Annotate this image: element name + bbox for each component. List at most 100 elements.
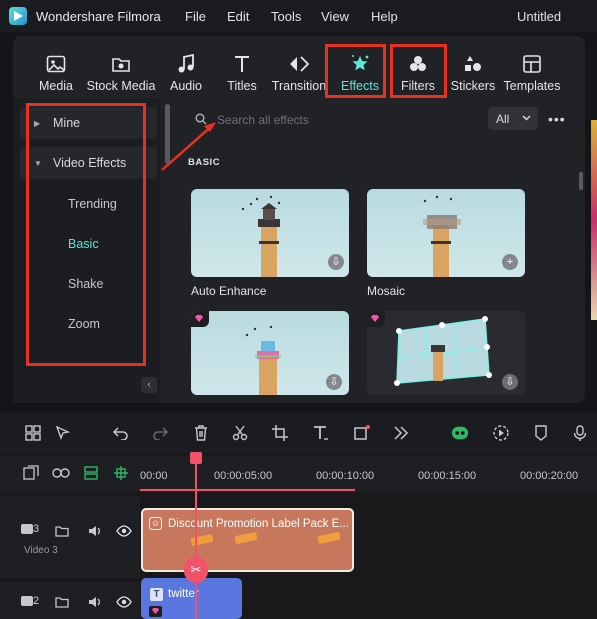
title-bar: Wondershare Filmora File Edit Tools View… bbox=[0, 0, 597, 32]
menu-edit[interactable]: Edit bbox=[227, 9, 249, 24]
document-title: Untitled bbox=[517, 9, 562, 24]
clip-thumbnails bbox=[190, 532, 341, 546]
menu-help[interactable]: Help bbox=[371, 9, 398, 24]
track-layout-icon[interactable] bbox=[82, 464, 100, 482]
add-icon[interactable]: + bbox=[502, 254, 518, 270]
speaker-icon[interactable] bbox=[86, 593, 104, 611]
timecode: 00:00:10:00 bbox=[316, 470, 375, 482]
collapse-sidebar-button[interactable]: ‹ bbox=[141, 377, 157, 393]
effect-thumb-premium-2[interactable]: ⇩ bbox=[367, 311, 525, 395]
video-track-icon bbox=[21, 524, 33, 535]
timecode: 00:00:15:00 bbox=[418, 470, 477, 482]
more-options-button[interactable]: ••• bbox=[548, 111, 566, 127]
speaker-icon[interactable] bbox=[86, 522, 104, 540]
eye-icon[interactable] bbox=[115, 522, 133, 540]
download-icon[interactable]: ⇩ bbox=[328, 254, 344, 270]
filmora-logo-icon bbox=[9, 7, 27, 25]
timecode: 00:00 bbox=[140, 470, 168, 482]
timecode: 00:00:20:00 bbox=[520, 470, 579, 482]
link-icon[interactable] bbox=[52, 464, 70, 482]
tab-stock-media-label: Stock Media bbox=[86, 79, 156, 93]
tab-titles[interactable]: Titles bbox=[222, 36, 262, 98]
tab-transition-label: Transition bbox=[271, 79, 327, 93]
stickers-icon bbox=[462, 53, 484, 75]
eye-icon[interactable] bbox=[115, 593, 133, 611]
effect-thumb-auto-enhance[interactable]: ⇩ bbox=[191, 189, 349, 277]
tab-templates-label: Templates bbox=[503, 79, 561, 93]
filters-highlight bbox=[390, 44, 447, 98]
menu-view[interactable]: View bbox=[321, 9, 349, 24]
clip-type-icon: ☺ bbox=[149, 517, 162, 530]
video-track-icon bbox=[21, 596, 33, 607]
filter-select-value: All bbox=[496, 112, 510, 126]
text-tool-icon[interactable] bbox=[312, 424, 330, 442]
search-icon bbox=[195, 113, 207, 125]
marker-icon[interactable] bbox=[532, 424, 550, 442]
undo-icon[interactable] bbox=[112, 424, 130, 442]
select-cursor-icon[interactable] bbox=[54, 424, 72, 442]
premium-gem-icon bbox=[149, 606, 162, 617]
menu-tools[interactable]: Tools bbox=[271, 9, 301, 24]
tab-media-label: Media bbox=[38, 79, 74, 93]
split-scissors-button[interactable]: ✂ bbox=[184, 557, 208, 583]
sidebar-highlight bbox=[26, 103, 146, 366]
app-title: Wondershare Filmora bbox=[36, 9, 161, 24]
tab-stickers[interactable]: Stickers bbox=[450, 36, 496, 98]
ai-assistant-icon[interactable] bbox=[451, 424, 469, 442]
download-icon[interactable]: ⇩ bbox=[502, 374, 518, 390]
effect-thumb-mosaic[interactable]: + bbox=[367, 189, 525, 277]
timecode: 00:00:05:00 bbox=[214, 470, 273, 482]
music-note-icon bbox=[175, 53, 197, 75]
preview-edge bbox=[591, 120, 597, 320]
transition-icon bbox=[288, 53, 310, 75]
tab-media[interactable]: Media bbox=[36, 36, 76, 98]
tab-templates[interactable]: Templates bbox=[503, 36, 561, 98]
add-track-icon[interactable] bbox=[22, 464, 40, 482]
tab-stock-media[interactable]: Stock Media bbox=[86, 36, 156, 98]
track-number: 2 bbox=[21, 595, 39, 607]
microphone-icon[interactable] bbox=[571, 424, 589, 442]
tab-titles-label: Titles bbox=[227, 79, 257, 93]
track-number: 3 bbox=[21, 523, 39, 535]
track-number-value: 3 bbox=[33, 523, 40, 535]
tab-stickers-label: Stickers bbox=[450, 79, 496, 93]
tab-audio-label: Audio bbox=[170, 79, 202, 93]
content-scrollbar[interactable] bbox=[579, 172, 583, 190]
scissors-icon[interactable] bbox=[231, 424, 249, 442]
track-number-value: 2 bbox=[33, 595, 40, 607]
layout-grid-icon[interactable] bbox=[24, 424, 42, 442]
folder-icon[interactable] bbox=[53, 593, 71, 611]
crop-icon[interactable] bbox=[271, 424, 289, 442]
stock-media-icon bbox=[110, 53, 132, 75]
render-preview-icon[interactable] bbox=[492, 424, 510, 442]
tab-transition[interactable]: Transition bbox=[271, 36, 327, 98]
work-area-bar bbox=[140, 489, 355, 491]
track-label: Video 3 bbox=[24, 545, 58, 556]
menu-file[interactable]: File bbox=[185, 9, 206, 24]
search-input[interactable]: Search all effects bbox=[217, 113, 309, 127]
effect-thumb-premium-1[interactable]: ⇩ bbox=[191, 311, 349, 395]
filmora-window: Wondershare Filmora File Edit Tools View… bbox=[0, 0, 597, 619]
title-clip-icon: T bbox=[150, 588, 163, 601]
tab-audio[interactable]: Audio bbox=[166, 36, 206, 98]
playhead-handle[interactable] bbox=[190, 452, 202, 464]
lighthouse-image bbox=[241, 195, 281, 277]
premium-gem-icon bbox=[191, 311, 209, 327]
delete-icon[interactable] bbox=[192, 424, 210, 442]
download-icon[interactable]: ⇩ bbox=[326, 374, 342, 390]
templates-icon bbox=[521, 53, 543, 75]
crop-resize-icon[interactable] bbox=[353, 424, 371, 442]
folder-icon[interactable] bbox=[53, 522, 71, 540]
effect-name: Auto Enhance bbox=[191, 284, 267, 298]
chevron-down-icon bbox=[522, 115, 531, 121]
effects-highlight bbox=[325, 44, 386, 98]
filter-select[interactable]: All bbox=[488, 107, 538, 130]
premium-gem-icon bbox=[367, 311, 385, 327]
snap-icon[interactable] bbox=[112, 464, 130, 482]
playhead-line bbox=[195, 462, 197, 619]
effect-name: Mosaic bbox=[367, 284, 406, 298]
more-tools-icon[interactable] bbox=[392, 424, 410, 442]
titles-icon bbox=[231, 53, 253, 75]
redo-icon[interactable] bbox=[151, 424, 169, 442]
section-title: BASIC bbox=[188, 157, 221, 168]
